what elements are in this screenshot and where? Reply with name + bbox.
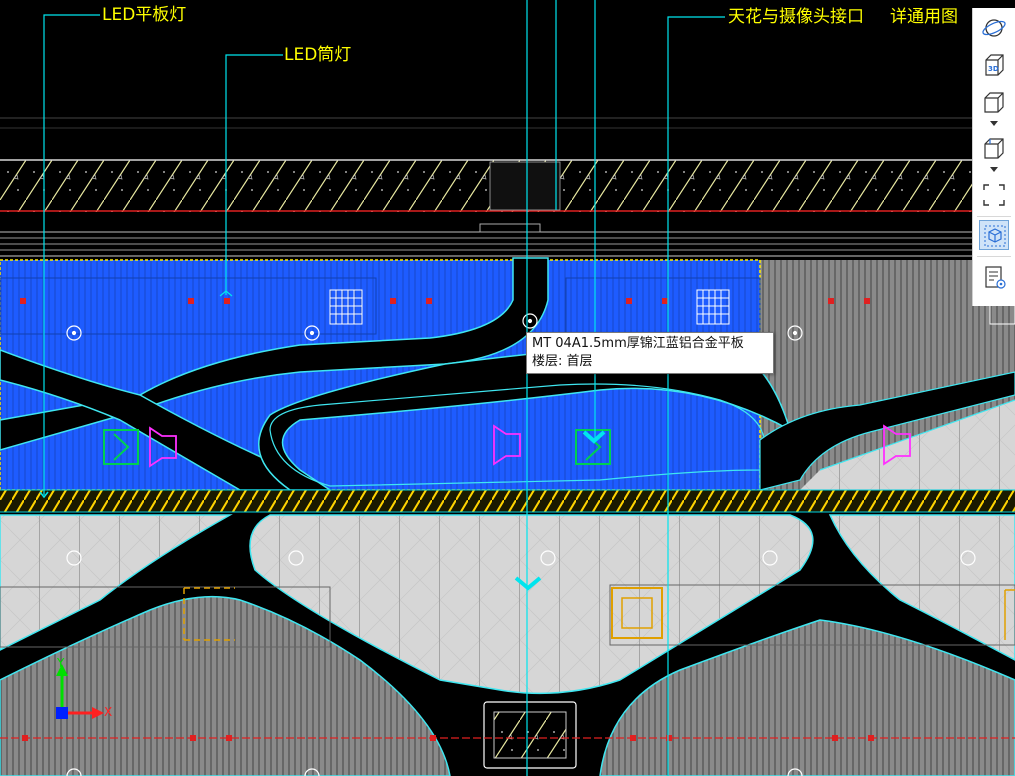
cube-view-icon[interactable] — [979, 134, 1009, 164]
zoom-extents-icon[interactable] — [979, 180, 1009, 210]
isolate-icon[interactable] — [979, 220, 1009, 250]
concrete-slab-section — [0, 159, 1015, 212]
cad-drawing-canvas[interactable] — [0, 0, 1015, 776]
dropdown-arrow-icon[interactable] — [990, 121, 998, 126]
y-axis-label: Y — [57, 656, 65, 670]
element-tooltip: MT 04A1.5mm厚锦江蓝铝合金平板 楼层: 首层 — [526, 332, 774, 374]
tooltip-material: MT 04A1.5mm厚锦江蓝铝合金平板 — [532, 336, 744, 351]
led-downlight-label: LED筒灯 — [284, 45, 352, 65]
detail-reference-label: 详通用图 — [890, 7, 958, 27]
ceiling-structure-lines — [0, 213, 1015, 258]
orbit-icon[interactable] — [979, 13, 1009, 43]
led-panel-label: LED平板灯 — [102, 5, 187, 25]
view-toolbar: 3D — [972, 8, 1015, 306]
3d-badge: 3D — [988, 65, 999, 73]
3d-view-icon[interactable]: 3D — [979, 50, 1009, 80]
cube-view-icon[interactable] — [979, 88, 1009, 118]
properties-icon[interactable] — [979, 262, 1009, 292]
dropdown-arrow-icon[interactable] — [990, 167, 998, 172]
ceiling-camera-label: 天花与摄像头接口 — [728, 7, 864, 27]
edge-trim-band — [0, 490, 1015, 512]
lower-ceiling-area — [0, 514, 1015, 776]
tooltip-floor: 楼层: 首层 — [532, 354, 593, 369]
x-axis-label: X — [104, 705, 113, 719]
